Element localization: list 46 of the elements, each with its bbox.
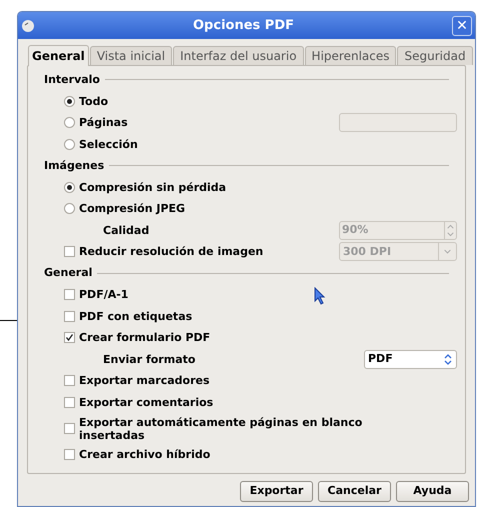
- option-label: PDF con etiquetas: [79, 310, 192, 323]
- option-label: Exportar comentarios: [79, 396, 214, 409]
- checkbox[interactable]: [64, 449, 75, 460]
- app-icon: [21, 18, 35, 32]
- tab[interactable]: General: [28, 45, 89, 66]
- dialog-button[interactable]: Cancelar: [318, 481, 391, 502]
- mouse-cursor-icon: [314, 287, 326, 305]
- checkbox[interactable]: [64, 423, 75, 434]
- checkbox[interactable]: [64, 332, 75, 344]
- checkbox[interactable]: [64, 310, 75, 322]
- option-label: Reducir resolución de imagen: [79, 245, 264, 258]
- checkbox[interactable]: [64, 375, 75, 386]
- section-heading: General: [44, 265, 92, 281]
- field-label: Enviar formato: [103, 352, 196, 366]
- option-label: Crear archivo híbrido: [79, 448, 210, 462]
- close-button[interactable]: ✕: [452, 16, 472, 36]
- radio-button[interactable]: [64, 203, 75, 214]
- option-label: PDF/A-1: [79, 288, 128, 302]
- spin-arrows-icon: [444, 222, 456, 239]
- option-label: Compresión sin pérdida: [79, 180, 226, 194]
- option-label: Crear formulario PDF: [79, 331, 210, 344]
- dialog-button[interactable]: Ayuda: [396, 481, 469, 502]
- up-down-chevron-icon: [444, 352, 452, 366]
- option-label: Páginas: [79, 116, 128, 130]
- option-label: Exportar automáticamente páginas en blanco insertadas: [79, 416, 364, 442]
- option-label: Exportar marcadores: [79, 374, 210, 388]
- tab[interactable]: Hiperenlaces: [304, 46, 396, 65]
- option-label: Selección: [79, 138, 138, 151]
- radio-button[interactable]: [64, 182, 75, 193]
- checkbox[interactable]: [64, 396, 75, 408]
- section-heading: Intervalo: [44, 72, 100, 88]
- radio-button[interactable]: [64, 138, 75, 150]
- checkbox[interactable]: [64, 289, 75, 300]
- window-title: Opciones PDF: [192, 16, 295, 35]
- tab[interactable]: Seguridad: [397, 46, 473, 65]
- dialog-button[interactable]: Exportar: [240, 481, 313, 502]
- option-label: Compresión JPEG: [79, 202, 186, 216]
- radio-button[interactable]: [64, 96, 75, 107]
- tab[interactable]: Vista inicial: [90, 46, 172, 65]
- radio-button[interactable]: [64, 117, 75, 128]
- checkbox[interactable]: [64, 246, 75, 258]
- format-select[interactable]: PDF: [364, 350, 457, 369]
- field-label: Calidad: [103, 224, 150, 237]
- section-heading: Imágenes: [44, 158, 104, 174]
- option-label: Todo: [79, 94, 108, 108]
- tab[interactable]: Interfaz del usuario: [173, 46, 304, 65]
